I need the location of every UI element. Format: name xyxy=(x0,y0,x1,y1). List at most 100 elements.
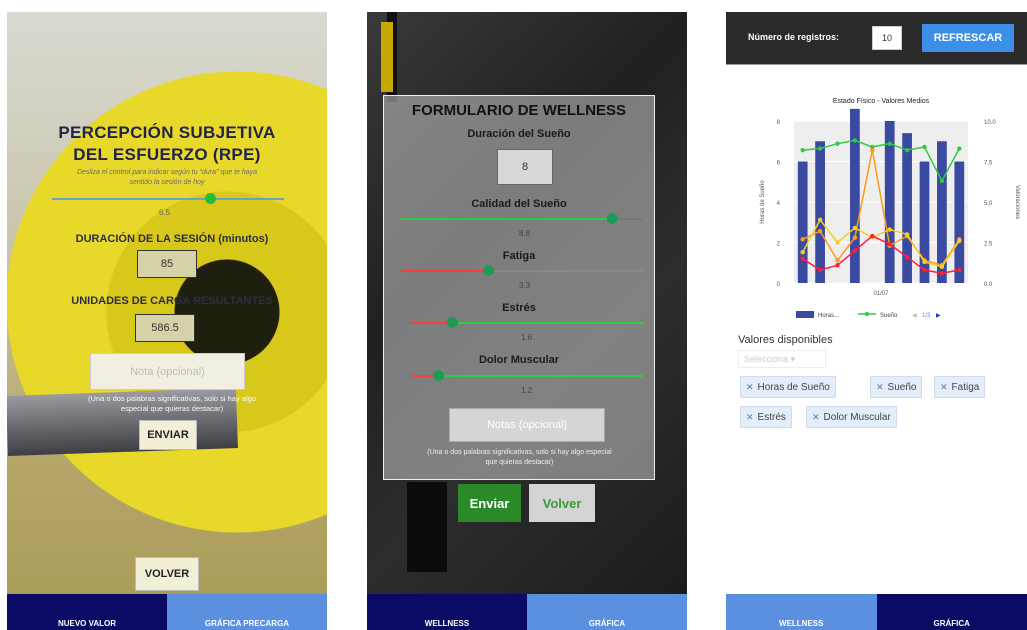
legend-swatch xyxy=(796,311,814,318)
chart-screen: Número de registros: 10 REFRESCAR Estado… xyxy=(726,12,1027,630)
rpe-help-text: Desliza el control para indicar según tu… xyxy=(76,169,258,186)
bar xyxy=(850,108,860,283)
records-label: Número de registros: xyxy=(748,32,840,42)
y-right-tick-label: 5.0 xyxy=(984,201,993,207)
series-point xyxy=(835,258,840,263)
available-values-label: Valores disponibles xyxy=(738,334,833,346)
series-point xyxy=(887,227,892,232)
rpe-slider-knob[interactable] xyxy=(205,193,216,204)
series-point xyxy=(835,240,840,245)
y-tick-label: 8 xyxy=(777,120,781,126)
bar xyxy=(797,161,808,283)
series-point xyxy=(852,138,858,143)
series-point xyxy=(922,267,927,273)
nav-chart[interactable]: GRÁFICA xyxy=(876,594,1027,630)
nav-wellness[interactable]: WELLNESS xyxy=(367,594,527,630)
bar xyxy=(815,141,825,283)
fatigue-label: Fatiga xyxy=(502,250,536,262)
chip-sleep-hours[interactable]: ✕ Horas de Sueño xyxy=(740,376,836,398)
chart-svg: Estado Físico - Valores Medios 0 2 4 6 8 0.0 2.… xyxy=(760,98,1020,319)
legend-marker xyxy=(865,312,869,316)
series-point xyxy=(800,237,805,242)
send-button[interactable]: Enviar xyxy=(458,484,521,522)
nav-wellness[interactable]: WELLNESS xyxy=(726,594,877,630)
bar xyxy=(954,161,965,283)
chip-stress[interactable]: ✕ Estrés xyxy=(740,406,792,428)
load-label: UNIDADES DE CARGA RESULTANTES xyxy=(71,295,273,307)
notes-input[interactable]: Notas (opcional) xyxy=(449,408,605,442)
y-axis-label: Horas de Sueño xyxy=(760,180,766,224)
y-right-axis-label: Valoraciones xyxy=(1014,185,1020,219)
remove-icon[interactable]: ✕ xyxy=(746,382,754,393)
back-button[interactable]: VOLVER xyxy=(135,557,199,591)
legend-pager: 1/3 xyxy=(922,313,931,319)
sleep-duration-label: Duración del Sueño xyxy=(467,128,571,140)
records-input[interactable]: 10 xyxy=(872,26,902,50)
series-point xyxy=(904,254,910,260)
sleep-duration-input[interactable]: 8 xyxy=(497,149,553,185)
series-point xyxy=(922,144,927,150)
bar xyxy=(919,161,930,283)
legend-next-icon: ▶ xyxy=(936,313,941,319)
sleep-quality-value: 8.8 xyxy=(519,229,531,238)
fatigue-value: 3.3 xyxy=(519,281,531,290)
y-tick-label: 4 xyxy=(777,201,781,207)
note-help-text: (Una o dos palabras significativas, solo… xyxy=(87,394,256,413)
muscle-pain-value: 1.2 xyxy=(521,386,533,395)
duration-input[interactable]: 85 xyxy=(137,250,197,278)
sleep-quality-label: Calidad del Sueño xyxy=(471,198,567,210)
nav-preload-chart[interactable]: GRÁFICA PRECARGA xyxy=(167,594,327,630)
series-point xyxy=(887,141,892,146)
rpe-slider-track xyxy=(52,198,284,200)
series-point xyxy=(817,267,823,273)
values-select[interactable]: Selecciona ▾ xyxy=(738,350,826,368)
stress-label: Estrés xyxy=(502,302,536,314)
series-point xyxy=(922,259,927,265)
remove-icon[interactable]: ✕ xyxy=(812,412,820,423)
y-right-tick-label: 7.5 xyxy=(984,161,993,167)
chart-title: Estado Físico - Valores Medios xyxy=(833,98,930,105)
load-value: 586.5 xyxy=(135,314,195,342)
series-point xyxy=(957,146,962,151)
bottom-nav: WELLNESS GRÁFICA xyxy=(726,594,1027,630)
series-point xyxy=(835,141,840,146)
stress-knob[interactable] xyxy=(447,317,458,328)
bottom-nav: WELLNESS GRÁFICA xyxy=(367,594,687,630)
chip-sleep[interactable]: ✕ Sueño xyxy=(870,376,923,398)
note-input[interactable]: Nota (opcional) xyxy=(90,353,245,390)
series-point xyxy=(852,235,858,240)
series-point xyxy=(800,256,805,261)
series-point xyxy=(939,271,945,276)
duration-label: DURACIÓN DE LA SESIÓN (minutos) xyxy=(75,233,269,245)
refresh-button[interactable]: REFRESCAR xyxy=(922,24,1014,52)
chip-fatigue[interactable]: ✕ Fatiga xyxy=(934,376,986,398)
chip-muscle-pain[interactable]: ✕ Dolor Muscular xyxy=(806,406,897,428)
rpe-value: 6.5 xyxy=(159,208,171,217)
fatigue-knob[interactable] xyxy=(483,265,494,276)
series-point xyxy=(870,147,875,153)
legend-label: Sueño xyxy=(880,313,898,319)
trx-handle-image xyxy=(381,22,393,92)
y-right-tick-label: 10.0 xyxy=(984,120,996,126)
muscle-pain-knob[interactable] xyxy=(433,370,444,381)
send-button[interactable]: ENVIAR xyxy=(139,420,197,450)
series-point xyxy=(800,250,805,255)
series-point xyxy=(939,264,945,269)
remove-icon[interactable]: ✕ xyxy=(876,382,884,393)
sleep-quality-knob[interactable] xyxy=(607,213,618,224)
x-tick-label: 01/07 xyxy=(873,291,889,297)
series-point xyxy=(957,238,962,244)
notes-help-text: (Una o dos palabras significativas, solo… xyxy=(427,449,612,466)
nav-new-value[interactable]: NUEVO VALOR xyxy=(7,594,167,630)
y-right-tick-label: 0.0 xyxy=(984,282,993,288)
remove-icon[interactable]: ✕ xyxy=(940,382,948,393)
series-point xyxy=(852,248,858,253)
bottom-nav: NUEVO VALOR GRÁFICA PRECARGA xyxy=(7,594,327,630)
legend-prev-icon: ◀ xyxy=(912,313,917,319)
back-button[interactable]: Volver xyxy=(529,484,595,522)
rpe-screen: PERCEPCIÓN SUBJETIVA DEL ESFUERZO (RPE) … xyxy=(7,12,327,630)
remove-icon[interactable]: ✕ xyxy=(746,412,754,423)
nav-chart[interactable]: GRÁFICA xyxy=(527,594,687,630)
series-point xyxy=(957,267,962,273)
series-point xyxy=(817,228,823,234)
